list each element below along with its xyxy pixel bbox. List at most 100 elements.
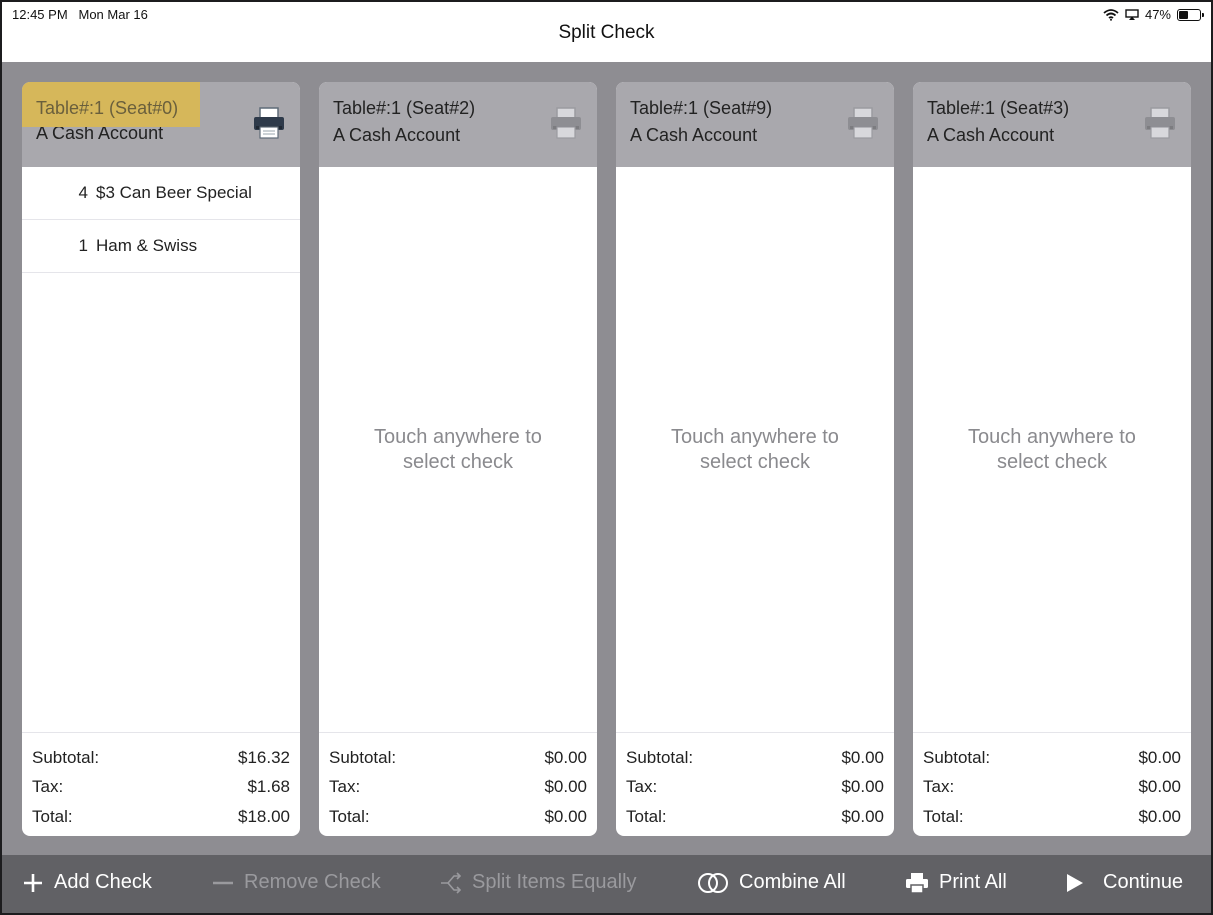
add-check-label: Add Check	[54, 871, 152, 893]
print-all-button[interactable]: Print All	[905, 871, 1007, 894]
check-totals: Subtotal: $0.00 Tax: $0.00 Total: $0.00	[319, 732, 597, 836]
total-label: Total:	[923, 806, 964, 826]
check-card-seat-3[interactable]: Table#:1 (Seat#3) A Cash Account Touch a…	[913, 82, 1191, 836]
page-title: Split Check	[558, 22, 655, 43]
subtotal-label: Subtotal:	[626, 747, 694, 767]
total-value: $18.00	[238, 806, 290, 826]
combine-all-button[interactable]: Combine All	[697, 871, 846, 894]
check-header[interactable]: Table#:1 (Seat#9) A Cash Account	[616, 82, 894, 167]
tax-value: $0.00	[841, 777, 884, 797]
total-label: Total:	[626, 806, 667, 826]
tax-value: $1.68	[247, 777, 290, 797]
check-seat-label: Table#:1 (Seat#3)	[927, 98, 1070, 118]
print-all-label: Print All	[939, 871, 1007, 893]
print-icon	[906, 872, 928, 894]
list-item[interactable]: 4 $3 Can Beer Special	[22, 167, 300, 220]
split-items-equally-label: Split Items Equally	[472, 871, 637, 893]
empty-check-hint: Touch anywhere to select check	[616, 425, 894, 475]
continue-label: Continue	[1103, 871, 1184, 893]
subtotal-row: Subtotal: $16.32	[32, 743, 290, 773]
tax-value: $0.00	[1138, 777, 1181, 797]
empty-hint-line: select check	[996, 451, 1108, 473]
continue-button[interactable]: Continue	[1065, 871, 1183, 894]
battery-icon	[1177, 8, 1204, 21]
printer-icon[interactable]	[1143, 106, 1177, 140]
list-item[interactable]: 1 Ham & Swiss	[22, 220, 300, 273]
check-card-seat-9[interactable]: Table#:1 (Seat#9) A Cash Account Touch a…	[616, 82, 894, 836]
combine-all-label: Combine All	[739, 871, 846, 893]
tax-row: Tax: $0.00	[626, 773, 884, 803]
check-items[interactable]: Touch anywhere to select check	[616, 167, 894, 732]
empty-check-hint: Touch anywhere to select check	[319, 425, 597, 475]
tax-label: Tax:	[626, 777, 658, 797]
total-label: Total:	[32, 806, 73, 826]
battery-percent: 47%	[1144, 7, 1171, 22]
empty-hint-line: Touch anywhere to	[671, 426, 839, 448]
tax-label: Tax:	[329, 777, 361, 797]
tax-row: Tax: $1.68	[32, 773, 290, 803]
check-items[interactable]: 4 $3 Can Beer Special 1 Ham & Swiss	[22, 167, 300, 732]
subtotal-value: $0.00	[544, 747, 587, 767]
check-account-label: A Cash Account	[630, 125, 758, 145]
check-totals: Subtotal: $16.32 Tax: $1.68 Total: $18.0…	[22, 732, 300, 836]
printer-icon[interactable]	[252, 106, 286, 140]
check-seat-label: Table#:1 (Seat#0)	[22, 82, 201, 127]
printer-icon[interactable]	[549, 106, 583, 140]
airplay-icon	[1125, 8, 1139, 20]
status-date: Mon Mar 16	[78, 7, 148, 22]
empty-hint-line: select check	[402, 451, 514, 473]
total-label: Total:	[329, 806, 370, 826]
battery-level-fill	[1179, 10, 1188, 19]
item-quantity: 4	[78, 183, 88, 202]
top-bar: 12:45 PM Mon Mar 16 47% Split Check	[2, 2, 1211, 62]
remove-check-button[interactable]: Remove Check	[212, 871, 381, 894]
checks-container: Table#:1 (Seat#0) A Cash Account 4 $3 Ca…	[22, 82, 1194, 836]
check-header[interactable]: Table#:1 (Seat#0) A Cash Account	[22, 82, 300, 167]
total-value: $0.00	[841, 806, 884, 826]
subtotal-row: Subtotal: $0.00	[923, 743, 1181, 773]
total-row: Total: $0.00	[329, 802, 587, 832]
check-card-seat-2[interactable]: Table#:1 (Seat#2) A Cash Account Touch a…	[319, 82, 597, 836]
total-row: Total: $18.00	[32, 802, 290, 832]
add-check-button[interactable]: Add Check	[22, 871, 152, 894]
subtotal-value: $0.00	[841, 747, 884, 767]
check-header[interactable]: Table#:1 (Seat#2) A Cash Account	[319, 82, 597, 167]
item-quantity: 1	[78, 236, 88, 255]
play-icon	[1067, 873, 1083, 892]
check-header[interactable]: Table#:1 (Seat#3) A Cash Account	[913, 82, 1191, 167]
subtotal-value: $16.32	[238, 747, 290, 767]
check-items[interactable]: Touch anywhere to select check	[913, 167, 1191, 732]
status-indicators: 47%	[1103, 7, 1204, 22]
remove-check-label: Remove Check	[244, 871, 381, 893]
split-items-equally-button[interactable]: Split Items Equally	[440, 871, 637, 894]
check-items[interactable]: Touch anywhere to select check	[319, 167, 597, 732]
check-seat-label: Table#:1 (Seat#9)	[630, 98, 773, 118]
empty-hint-line: Touch anywhere to	[374, 426, 542, 448]
subtotal-row: Subtotal: $0.00	[626, 743, 884, 773]
check-totals: Subtotal: $0.00 Tax: $0.00 Total: $0.00	[913, 732, 1191, 836]
total-value: $0.00	[1138, 806, 1181, 826]
empty-hint-line: Touch anywhere to	[968, 426, 1136, 448]
check-account-label: A Cash Account	[333, 125, 461, 145]
empty-check-hint: Touch anywhere to select check	[913, 425, 1191, 475]
total-row: Total: $0.00	[923, 802, 1181, 832]
bottom-toolbar: Add Check Remove Check Split Items Equal…	[2, 855, 1211, 913]
item-name: Ham & Swiss	[96, 236, 198, 255]
total-row: Total: $0.00	[626, 802, 884, 832]
check-account-label: A Cash Account	[927, 125, 1055, 145]
subtotal-label: Subtotal:	[32, 747, 100, 767]
tax-label: Tax:	[923, 777, 955, 797]
subtotal-row: Subtotal: $0.00	[329, 743, 587, 773]
check-card-seat-0[interactable]: Table#:1 (Seat#0) A Cash Account 4 $3 Ca…	[22, 82, 300, 836]
plus-icon	[24, 873, 42, 892]
status-time: 12:45 PM Mon Mar 16	[12, 7, 148, 22]
combine-icon	[698, 872, 728, 893]
subtotal-value: $0.00	[1138, 747, 1181, 767]
subtotal-label: Subtotal:	[329, 747, 397, 767]
total-value: $0.00	[544, 806, 587, 826]
status-clock: 12:45 PM	[12, 7, 68, 22]
tax-label: Tax:	[32, 777, 64, 797]
empty-hint-line: select check	[699, 451, 811, 473]
check-seat-label: Table#:1 (Seat#2)	[333, 98, 476, 118]
printer-icon[interactable]	[846, 106, 880, 140]
